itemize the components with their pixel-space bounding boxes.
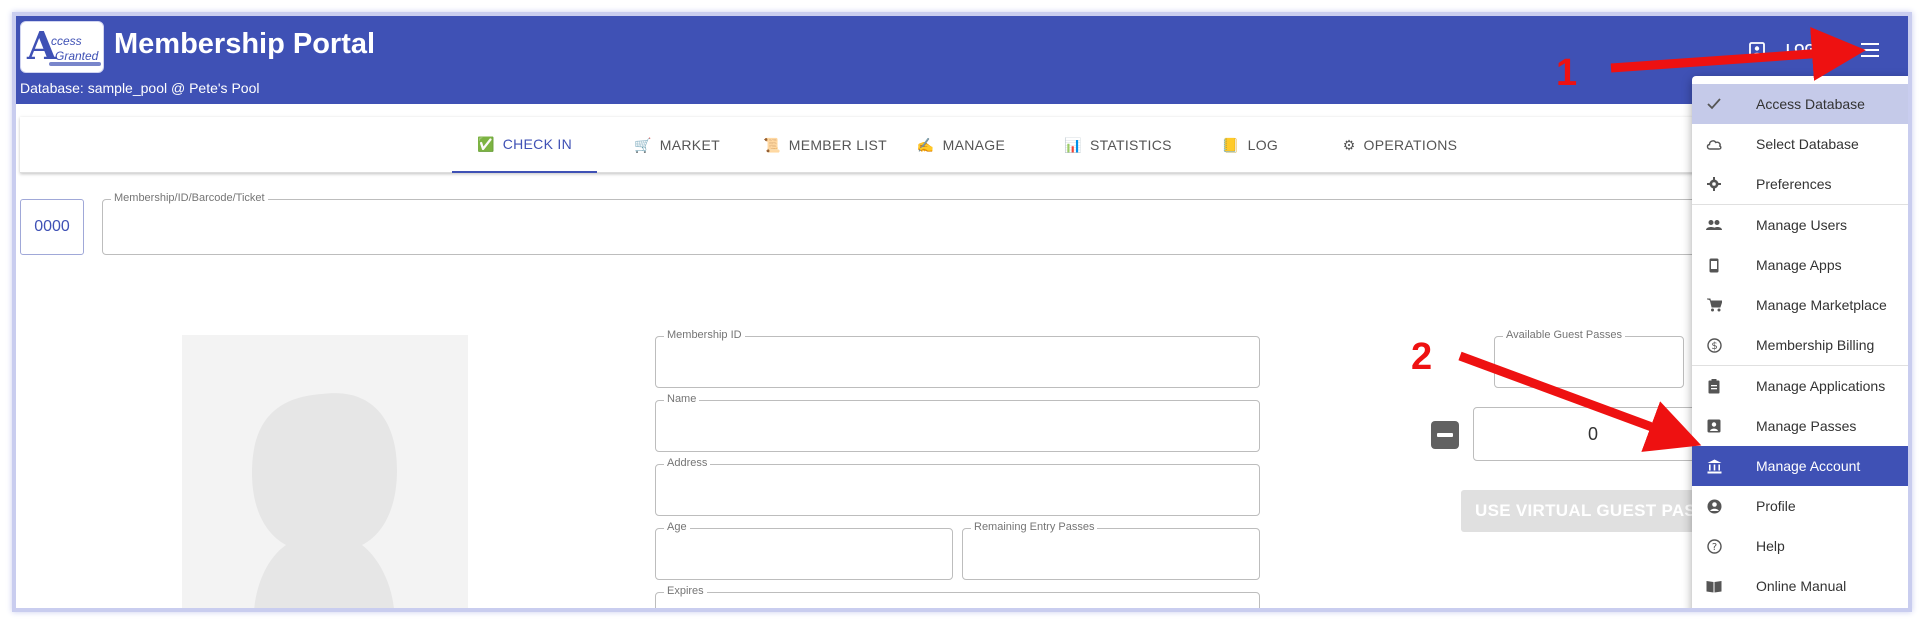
arrow-to-menu-button: [1610, 26, 1866, 81]
app-window: A ccess Granted Membership Portal Databa…: [12, 12, 1912, 612]
annotation-arrows: [1458, 26, 1866, 452]
arrow-to-manage-account: [1458, 351, 1702, 452]
